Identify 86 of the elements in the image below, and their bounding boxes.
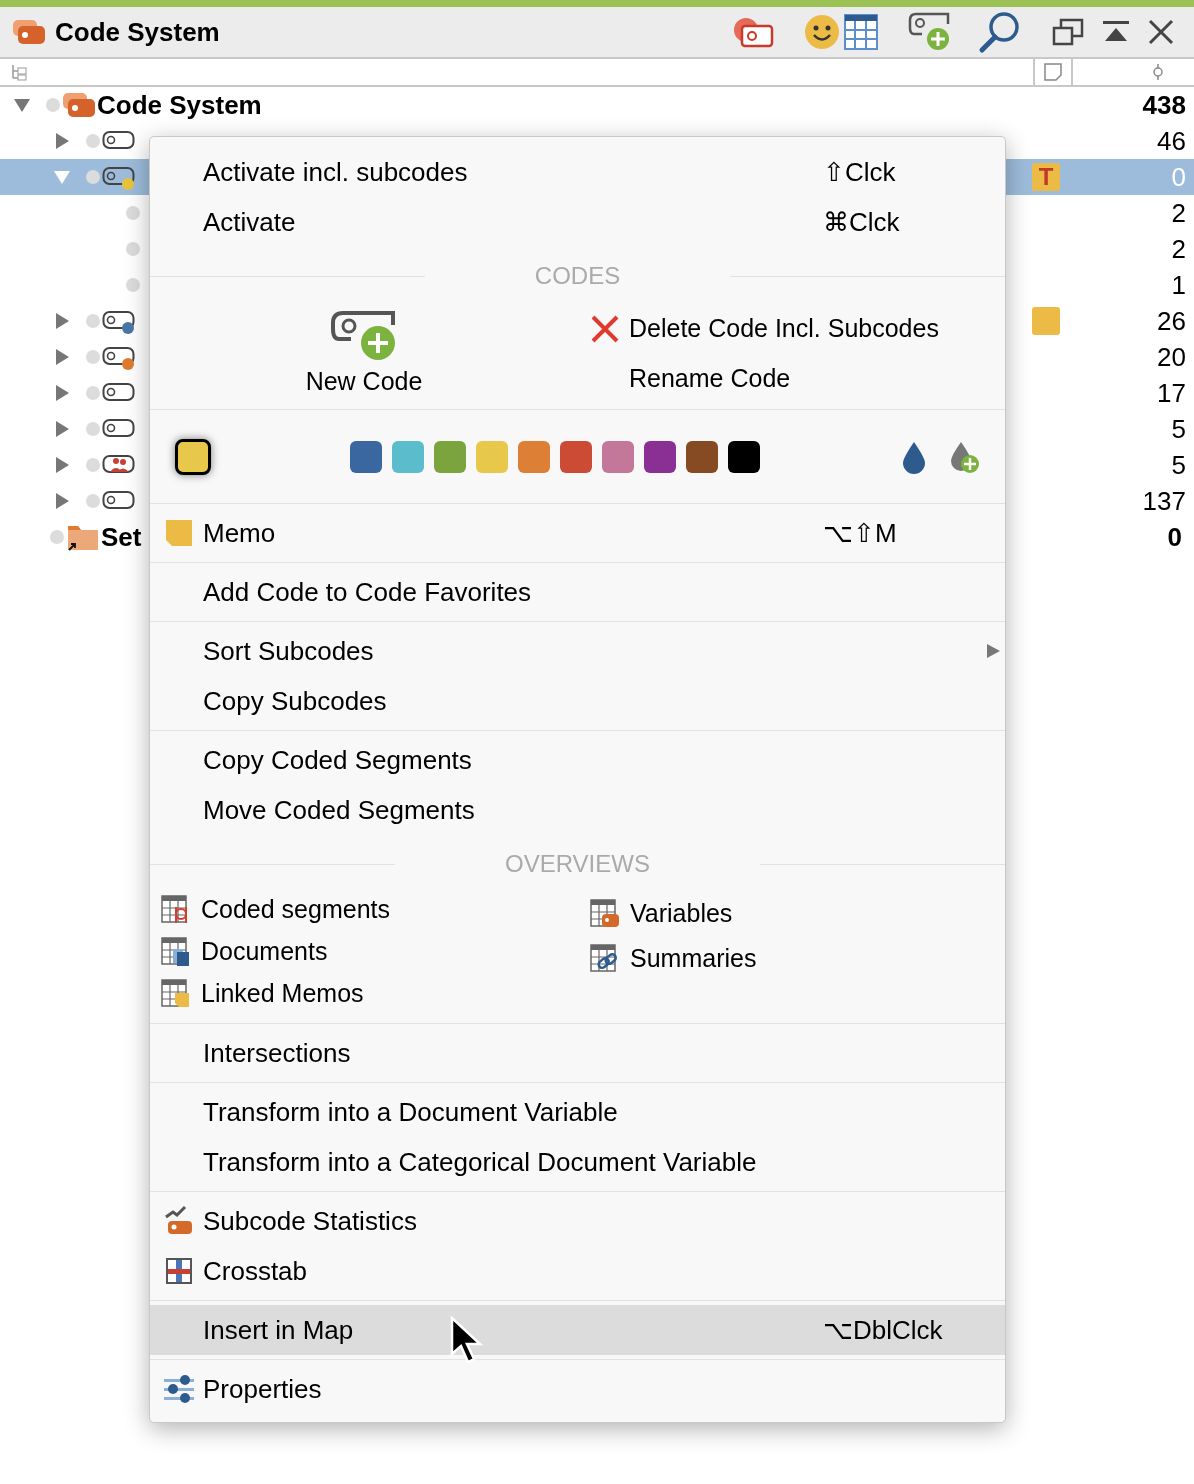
shortcut-label: ⌘Clck bbox=[823, 205, 901, 239]
shortcut-label: ⌥⇧M bbox=[823, 516, 898, 550]
segment-count-icon[interactable] bbox=[1152, 63, 1164, 81]
overview-item[interactable]: Linked Memos bbox=[161, 973, 364, 1015]
current-color-swatch[interactable] bbox=[175, 438, 211, 475]
memo-column-icon[interactable] bbox=[1043, 62, 1063, 82]
close-icon[interactable] bbox=[1148, 19, 1174, 45]
menu-item[interactable]: Copy Coded Segments bbox=[150, 735, 1005, 785]
smiley-icon[interactable] bbox=[804, 14, 840, 50]
menu-item[interactable]: Sort Subcodes bbox=[150, 626, 1005, 676]
count-cell-text: 5 bbox=[1170, 412, 1187, 446]
color-swatch[interactable] bbox=[686, 440, 718, 473]
overview-item[interactable]: Variables bbox=[590, 891, 733, 936]
window-title: Code System bbox=[55, 15, 220, 49]
rename-code-button[interactable]: Rename Code bbox=[629, 351, 791, 407]
color-swatch[interactable] bbox=[350, 440, 382, 473]
expand-arrow-icon[interactable] bbox=[53, 492, 71, 510]
menu-item[interactable]: Activate ⌘Clck bbox=[150, 197, 1005, 247]
count-cell-text: 137 bbox=[1141, 484, 1187, 518]
menu-item[interactable]: Transform into a Document Variable bbox=[150, 1087, 1005, 1137]
count-cell-text: 438 bbox=[1141, 88, 1187, 122]
table-document-icon bbox=[161, 937, 191, 967]
menu-item[interactable]: Memo ⌥⇧M bbox=[150, 508, 1005, 558]
count-cell-text: 20 bbox=[1156, 340, 1187, 374]
tree-row[interactable] bbox=[0, 159, 149, 195]
menu-item[interactable]: Properties bbox=[150, 1364, 1005, 1414]
overview-item[interactable]: Documents bbox=[161, 931, 328, 973]
expand-arrow-icon[interactable] bbox=[53, 348, 71, 366]
sets-label: Set bbox=[101, 520, 142, 554]
table-note-icon bbox=[161, 979, 191, 1009]
menu-item[interactable]: Subcode Statistics bbox=[150, 1196, 1005, 1246]
color-swatch[interactable] bbox=[602, 440, 634, 473]
delete-code-button[interactable]: Delete Code Incl. Subcodes bbox=[590, 307, 939, 351]
count-cell-text: 0 bbox=[1170, 160, 1187, 194]
add-code-icon[interactable] bbox=[908, 12, 952, 52]
count-cell-text: 26 bbox=[1156, 304, 1187, 338]
code-system-icon bbox=[62, 91, 96, 119]
color-swatch[interactable] bbox=[434, 440, 466, 473]
menu-item[interactable]: Activate incl. subcodes ⇧Clck bbox=[150, 147, 1005, 197]
restore-window-icon[interactable] bbox=[1052, 18, 1084, 46]
expand-arrow-icon[interactable] bbox=[53, 132, 71, 150]
section-heading: CODES bbox=[533, 261, 622, 291]
expand-arrow-icon[interactable] bbox=[53, 312, 71, 330]
overview-item[interactable]: Summaries bbox=[590, 936, 757, 981]
delete-icon bbox=[590, 314, 620, 344]
menu-item[interactable]: Add Code to Code Favorites bbox=[150, 567, 1005, 617]
color-swatch[interactable] bbox=[560, 440, 592, 473]
table-link-icon bbox=[590, 943, 620, 974]
color-swatch[interactable] bbox=[644, 440, 676, 473]
shortcut-label: ⌥DblClck bbox=[823, 1313, 944, 1347]
color-swatch[interactable] bbox=[518, 440, 550, 473]
search-icon[interactable] bbox=[978, 10, 1022, 54]
settings-icon bbox=[162, 1374, 195, 1404]
expand-arrow-icon[interactable] bbox=[53, 384, 71, 402]
new-code-button[interactable]: New Code bbox=[305, 301, 423, 409]
shortcut-label: ⇧Clck bbox=[823, 155, 897, 189]
collapse-arrow-icon[interactable] bbox=[13, 96, 31, 114]
menu-item[interactable]: Transform into a Categorical Document Variable bbox=[150, 1137, 1005, 1187]
expand-arrow-icon[interactable] bbox=[53, 420, 71, 438]
menu-item[interactable]: Intersections bbox=[150, 1028, 1005, 1078]
color-swatch[interactable] bbox=[392, 440, 424, 473]
statistics-icon bbox=[162, 1205, 195, 1237]
tree-structure-icon[interactable] bbox=[10, 63, 28, 81]
overview-item[interactable]: Coded segments bbox=[161, 889, 390, 931]
memo-icon bbox=[163, 518, 194, 548]
section-heading: OVERVIEWS bbox=[504, 849, 651, 879]
expand-arrow-icon[interactable] bbox=[53, 456, 71, 474]
menu-item[interactable]: Copy Subcodes bbox=[150, 676, 1005, 726]
menu-item[interactable]: Crosstab bbox=[150, 1246, 1005, 1296]
color-swatch[interactable] bbox=[728, 440, 760, 473]
count-cell-text: 2 bbox=[1170, 196, 1187, 230]
table-tag-icon bbox=[590, 898, 620, 929]
count-cell-text: 1 bbox=[1170, 268, 1187, 302]
code-name: Code System bbox=[97, 88, 262, 122]
collapse-panel-icon[interactable] bbox=[1102, 20, 1130, 44]
count-cell-text: 0 bbox=[1166, 520, 1183, 554]
table-icon[interactable] bbox=[844, 14, 878, 50]
count-cell-text: 17 bbox=[1156, 376, 1187, 410]
count-cell-text: 46 bbox=[1156, 124, 1187, 158]
crosstab-icon bbox=[164, 1257, 193, 1285]
count-cell-text: 2 bbox=[1170, 232, 1187, 266]
color-swatch[interactable] bbox=[476, 440, 508, 473]
menu-item[interactable]: Move Coded Segments bbox=[150, 785, 1005, 835]
count-cell-text: 5 bbox=[1170, 448, 1187, 482]
code-system-icon bbox=[12, 18, 46, 46]
menu-item[interactable]: Insert in Map ⌥DblClck bbox=[150, 1305, 1005, 1355]
